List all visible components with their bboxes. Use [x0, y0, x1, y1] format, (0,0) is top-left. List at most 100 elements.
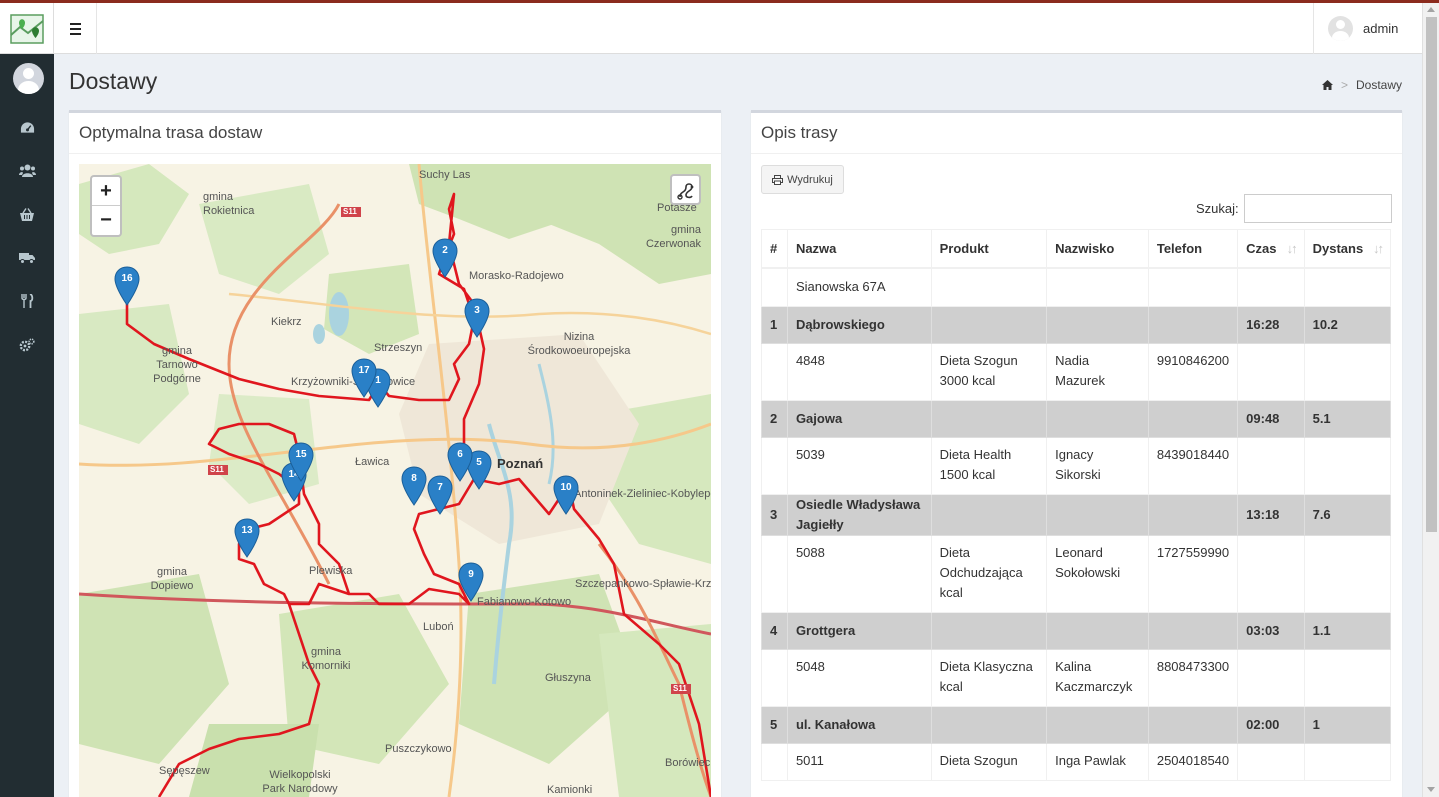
map-canvas — [79, 164, 711, 797]
breadcrumb-current: Dostawy — [1355, 78, 1402, 92]
product-name: Dieta Klasyczna kcal — [930, 649, 1048, 707]
house-number: 5011 — [786, 743, 932, 781]
settings-gears-icon[interactable] — [0, 325, 54, 365]
user-name: admin — [1363, 21, 1399, 36]
stop-number: 2 — [761, 400, 788, 438]
stop-time: 02:00 — [1237, 706, 1305, 744]
map-marker-pin[interactable]: 10 — [553, 475, 579, 515]
basket-icon[interactable] — [0, 194, 54, 234]
stop-street: Dąbrowskiego — [786, 306, 932, 344]
table-row-stop: 2 Gajowa 09:48 5.1 — [761, 400, 1392, 438]
map-marker-pin[interactable]: 2 — [432, 238, 458, 278]
table-row-stop: 1 Dąbrowskiego 16:28 10.2 — [761, 306, 1392, 344]
map-label: gmina Czerwonak — [645, 224, 701, 250]
table-row-stop: 3 Osiedle Władysława Jagiełły 13:18 7.6 — [761, 494, 1392, 536]
stop-number: 5 — [761, 706, 788, 744]
cutlery-icon[interactable] — [0, 281, 54, 321]
marker-label: 15 — [295, 449, 307, 460]
road-label: S11 — [673, 684, 687, 693]
map-label: Luboń — [423, 621, 454, 633]
road-label: S11 — [343, 207, 357, 216]
house-number: 5039 — [786, 437, 932, 495]
marker-label: 17 — [358, 365, 370, 376]
route-box-divider — [751, 153, 1402, 154]
column-header-distance[interactable]: Dystans ↓↑ — [1303, 229, 1392, 269]
table-row-detail: 5039 Dieta Health 1500 kcal Ignacy Sikorsk… — [761, 437, 1392, 495]
scrollbar-thumb[interactable] — [1426, 17, 1437, 532]
map-label: gmina Tarnowo Podgórne — [153, 345, 201, 385]
stop-distance: 1 — [1303, 706, 1392, 744]
table-row-detail: 5088 Dieta Odchudzająca kcal Leonard Sokoł… — [761, 535, 1392, 613]
marker-label: 9 — [468, 569, 474, 580]
marker-label: 10 — [560, 482, 572, 493]
map-label: Sępęszew — [159, 765, 210, 777]
customer-phone: 1727559990 — [1147, 535, 1239, 613]
column-header-time[interactable]: Czas ↓↑ — [1237, 229, 1305, 269]
map-label: Kiekrz — [271, 316, 302, 328]
marker-label: 8 — [411, 473, 417, 484]
product-name: Dieta Health 1500 kcal — [930, 437, 1048, 495]
map-label: Suchy Las — [419, 169, 471, 181]
map-marker-pin[interactable]: 16 — [114, 266, 140, 306]
map-marker-pin[interactable]: 17 — [351, 358, 377, 398]
column-header-product[interactable]: Produkt — [930, 229, 1048, 269]
column-header-surname[interactable]: Nazwisko — [1046, 229, 1149, 269]
stop-time: 09:48 — [1237, 400, 1305, 438]
page-scrollbar[interactable] — [1422, 3, 1439, 797]
stop-number: 4 — [761, 612, 788, 650]
product-name: Dieta Odchudzająca kcal — [930, 535, 1048, 613]
map-label: Szczepankowo-Spławie-Krzesiny — [575, 578, 711, 590]
map-label: Kamionki — [547, 784, 593, 796]
breadcrumb-separator: > — [1340, 78, 1348, 92]
app-logo[interactable] — [0, 3, 54, 54]
stop-time: 03:03 — [1237, 612, 1305, 650]
customer-phone: 9910846200 — [1147, 343, 1239, 401]
search-label: Szukaj: — [1196, 201, 1239, 216]
map-marker-pin[interactable]: 15 — [288, 442, 314, 482]
stop-street: ul. Kanałowa — [786, 706, 932, 744]
sort-icon: ↓↑ — [1286, 241, 1298, 256]
print-button[interactable]: Wydrukuj — [761, 165, 844, 194]
scroll-down-arrow-icon[interactable] — [1427, 787, 1435, 792]
stop-number: 3 — [761, 494, 788, 536]
sidebar — [0, 54, 54, 797]
route-map[interactable]: gmina Rokietnica Suchy Las Potasze gmina… — [79, 164, 711, 797]
column-header-name[interactable]: Nazwa — [786, 229, 932, 269]
home-icon[interactable] — [1321, 80, 1333, 90]
zoom-out-button[interactable]: − — [92, 206, 120, 235]
table-row-start: Sianowska 67A — [761, 267, 1392, 307]
customer-phone: 8439018440 — [1147, 437, 1239, 495]
user-menu[interactable]: admin — [1313, 3, 1435, 54]
marker-label: 2 — [442, 245, 448, 256]
product-name: Dieta Szogun 3000 kcal — [930, 343, 1048, 401]
stop-number: 1 — [761, 306, 788, 344]
map-label: Poznań — [497, 456, 544, 471]
house-number: 5048 — [786, 649, 932, 707]
map-label: gmina Rokietnica — [203, 191, 255, 217]
zoom-in-button[interactable]: + — [92, 177, 120, 206]
scroll-up-arrow-icon[interactable] — [1427, 7, 1435, 12]
table-row-stop: 5 ul. Kanałowa 02:00 1 — [761, 706, 1392, 744]
dashboard-icon[interactable] — [0, 107, 54, 147]
users-icon[interactable] — [0, 150, 54, 190]
map-marker-pin[interactable]: 3 — [464, 298, 490, 338]
stop-distance: 7.6 — [1303, 494, 1392, 536]
map-marker-pin[interactable]: 7 — [427, 475, 453, 515]
sidebar-toggle-icon[interactable] — [54, 3, 97, 54]
map-marker-pin[interactable]: 9 — [458, 562, 484, 602]
column-header-number[interactable]: # — [761, 229, 788, 269]
routing-toggle-button[interactable] — [670, 174, 701, 205]
print-button-label: Wydrukuj — [787, 173, 833, 186]
marker-label: 16 — [121, 273, 133, 284]
map-marker-pin[interactable]: 8 — [401, 466, 427, 506]
sidebar-avatar — [13, 63, 44, 94]
map-label: Antoninek-Zieliniec-Kobylepole — [574, 488, 711, 500]
column-header-phone[interactable]: Telefon — [1147, 229, 1239, 269]
search-input[interactable] — [1244, 194, 1392, 223]
map-label: Głuszyna — [545, 672, 591, 684]
map-label: Fabianowo-Kotowo — [477, 596, 572, 608]
map-marker-pin[interactable]: 13 — [234, 518, 260, 558]
customer-phone: 8808473300 — [1147, 649, 1239, 707]
truck-icon[interactable] — [0, 238, 54, 278]
map-label: Morasko-Radojewo — [469, 270, 564, 282]
